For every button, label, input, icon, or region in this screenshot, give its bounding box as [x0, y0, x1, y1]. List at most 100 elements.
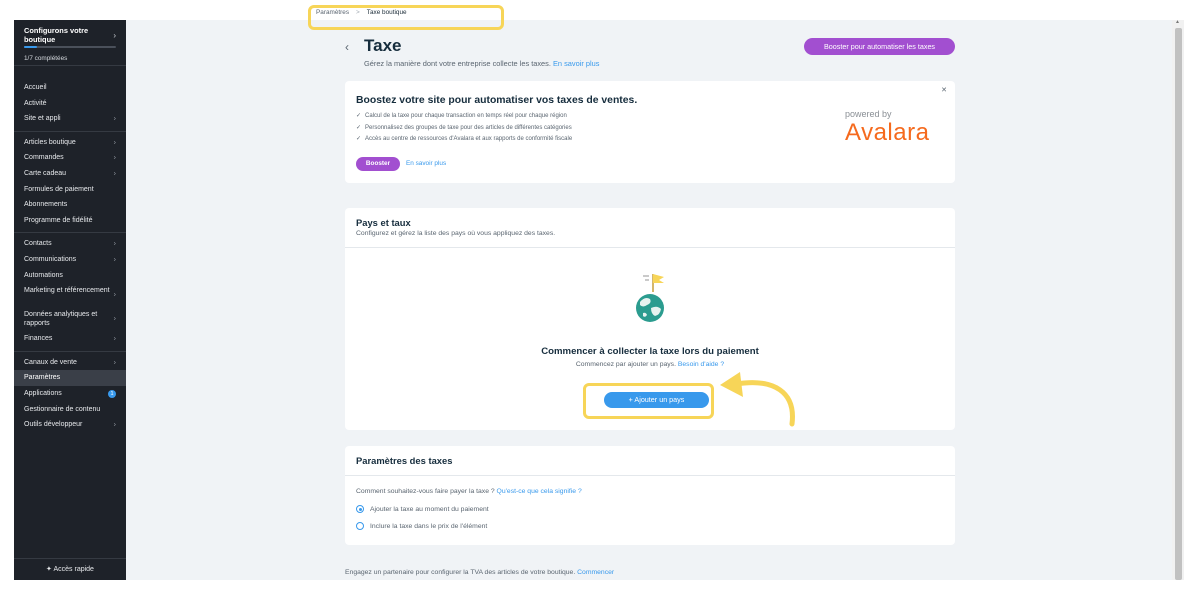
- sidebar-item-formules-de-paiement[interactable]: Formules de paiement: [14, 182, 126, 198]
- footer-start-link[interactable]: Commencer: [577, 569, 614, 576]
- breadcrumb-current: Taxe boutique: [366, 9, 407, 16]
- sidebar-item-automations[interactable]: Automations: [14, 268, 126, 284]
- sidebar-item-finances[interactable]: Finances ›: [14, 331, 126, 347]
- sidebar-item-outils-developpeur[interactable]: Outils développeur ›: [14, 417, 126, 433]
- sidebar-item-activite[interactable]: Activité: [14, 96, 126, 112]
- quick-access-button[interactable]: ✦ Accès rapide: [14, 558, 126, 580]
- countries-title: Pays et taux: [356, 217, 411, 228]
- empty-state-description: Commencez par ajouter un pays. Besoin d'…: [345, 361, 955, 368]
- booster-button[interactable]: Booster: [356, 157, 400, 171]
- promo-bullet: ✓ Calcul de la taxe pour chaque transacti…: [356, 113, 567, 119]
- radio-option-add-tax[interactable]: Ajouter la taxe au moment du paiement: [356, 505, 489, 513]
- empty-state-title: Commencer à collecter la taxe lors du pa…: [541, 346, 759, 357]
- sidebar-item-donnees-analytiques-et-rapports[interactable]: Données analytiques et rapports ›: [14, 307, 126, 331]
- sidebar-item-site-et-appli[interactable]: Site et appli ›: [14, 111, 126, 127]
- sidebar-item-accueil[interactable]: Accueil: [14, 80, 126, 96]
- check-icon: ✓: [356, 136, 362, 142]
- setup-progress-bar: [24, 46, 116, 48]
- back-chevron-icon[interactable]: ‹: [345, 40, 349, 54]
- chevron-right-icon: ›: [113, 240, 116, 248]
- learn-more-link[interactable]: En savoir plus: [553, 59, 599, 68]
- chevron-right-icon: ›: [113, 359, 116, 367]
- sidebar-item-label: Marketing et référencement: [24, 287, 110, 295]
- powered-by-label: powered by: [845, 109, 892, 119]
- sidebar-item-label: Activité: [24, 99, 47, 107]
- sidebar-item-label: Applications: [24, 389, 62, 397]
- sidebar-item-label: Commandes: [24, 154, 64, 162]
- footer-partner-note: Engagez un partenaire pour configurer la…: [345, 569, 614, 576]
- sidebar-nav: Accueil Activité Site et appli › Articles bo…: [14, 66, 126, 437]
- sidebar-item-label: Accueil: [24, 84, 47, 91]
- countries-description: Configurez et gérez la liste des pays où…: [356, 230, 556, 237]
- tax-question-text: Comment souhaitez-vous faire payer la ta…: [356, 488, 495, 495]
- chevron-right-icon: ›: [113, 256, 116, 264]
- empty-state-text: Commencez par ajouter un pays.: [575, 361, 676, 368]
- radio-option-include-tax[interactable]: Inclure la taxe dans le prix de l'élémen…: [356, 522, 487, 530]
- sidebar-item-abonnements[interactable]: Abonnements: [14, 197, 126, 213]
- setup-progress-fill: [24, 46, 38, 48]
- radio-label: Ajouter la taxe au moment du paiement: [370, 505, 489, 513]
- footer-text: Engagez un partenaire pour configurer la…: [345, 569, 576, 576]
- what-does-it-mean-link[interactable]: Qu'est-ce que cela signifie ?: [497, 488, 582, 495]
- chevron-right-icon: ›: [113, 31, 116, 40]
- chevron-right-icon: ›: [113, 335, 116, 343]
- add-country-button[interactable]: + Ajouter un pays: [604, 392, 709, 408]
- subtitle-text: Gérez la manière dont votre entreprise c…: [364, 59, 551, 68]
- sidebar-item-label: Paramètres: [24, 374, 61, 382]
- sidebar-item-label: Abonnements: [24, 201, 68, 209]
- check-icon: ✓: [356, 124, 362, 131]
- promo-learn-more-link[interactable]: En savoir plus: [406, 160, 446, 167]
- sidebar-group: Contacts › Communications › Automations Marke…: [14, 233, 126, 352]
- promo-bullet: ✓ Accès au centre de ressources d'Avalara…: [356, 136, 573, 142]
- sidebar-item-marketing-et-referencement[interactable]: Marketing et référencement ›: [14, 283, 126, 307]
- tax-question: Comment souhaitez-vous faire payer la ta…: [356, 488, 582, 495]
- sidebar-item-programme-de-fidelite[interactable]: Programme de fidélité: [14, 213, 126, 229]
- sidebar-item-parametres[interactable]: Paramètres: [14, 370, 126, 386]
- sidebar-item-communications[interactable]: Communications ›: [14, 252, 126, 268]
- sidebar-item-label: Communications: [24, 255, 77, 263]
- scroll-up-arrow-icon[interactable]: ▲: [1175, 19, 1180, 25]
- page-subtitle: Gérez la manière dont votre entreprise c…: [364, 59, 599, 68]
- chevron-right-icon: ›: [113, 139, 116, 147]
- promo-bullet: ✓ Personnalisez des groupes de taxe pour …: [356, 124, 572, 131]
- sparkle-icon: ✦: [46, 566, 52, 573]
- sidebar-item-contacts[interactable]: Contacts ›: [14, 236, 126, 252]
- tax-settings-title: Paramètres des taxes: [356, 455, 453, 466]
- sidebar-group: Accueil Activité Site et appli ›: [14, 66, 126, 132]
- sidebar-item-label: Gestionnaire de contenu: [24, 405, 101, 413]
- sidebar-item-applications[interactable]: Applications 1: [14, 386, 126, 402]
- sidebar-item-label: Finances: [24, 335, 53, 343]
- breadcrumb-parent[interactable]: Paramètres: [316, 9, 349, 16]
- chevron-right-icon: ›: [113, 170, 116, 178]
- sidebar-item-label: Formules de paiement: [24, 185, 94, 193]
- sidebar-item-label: Canaux de vente: [24, 358, 77, 366]
- avalara-promo-card: ✕ Boostez votre site pour automatiser vo…: [345, 81, 955, 183]
- setup-progress-panel[interactable]: Configurons votre boutique › 1/7 complét…: [14, 20, 126, 66]
- sidebar-item-articles-boutique[interactable]: Articles boutique ›: [14, 135, 126, 151]
- sidebar-item-carte-cadeau[interactable]: Carte cadeau ›: [14, 166, 126, 182]
- sidebar-item-canaux-de-vente[interactable]: Canaux de vente ›: [14, 355, 126, 371]
- setup-count: 1/7 complétées: [24, 55, 68, 62]
- radio-selected[interactable]: [356, 505, 364, 513]
- sidebar-group: Articles boutique › Commandes › Carte cadeau…: [14, 132, 126, 234]
- setup-title: Configurons votre boutique: [24, 26, 89, 44]
- sidebar-item-commandes[interactable]: Commandes ›: [14, 150, 126, 166]
- sidebar-item-label: Site et appli: [24, 115, 61, 123]
- top-strip: [0, 0, 1200, 20]
- chevron-right-icon: ›: [113, 421, 116, 429]
- tax-settings-card: Paramètres des taxes Comment souhaitez-v…: [345, 446, 955, 545]
- sidebar-item-label: Données analytiques et rapports: [24, 311, 98, 328]
- sidebar-item-label: Carte cadeau: [24, 169, 67, 177]
- sidebar-item-gestionnaire-de-contenu[interactable]: Gestionnaire de contenu: [14, 402, 126, 418]
- divider: [345, 475, 955, 476]
- radio-unselected[interactable]: [356, 522, 364, 530]
- quick-access-label: Accès rapide: [53, 566, 94, 573]
- boost-taxes-button[interactable]: Booster pour automatiser les taxes: [804, 38, 955, 55]
- close-icon[interactable]: ✕: [941, 86, 947, 94]
- promo-title: Boostez votre site pour automatiser vos …: [356, 95, 638, 106]
- sidebar: Configurons votre boutique › 1/7 complét…: [14, 20, 126, 580]
- scrollbar-thumb[interactable]: [1175, 28, 1182, 580]
- sidebar-item-label: Automations: [24, 271, 63, 279]
- sidebar-item-label: Contacts: [24, 240, 52, 248]
- curved-arrow-icon: [720, 372, 795, 427]
